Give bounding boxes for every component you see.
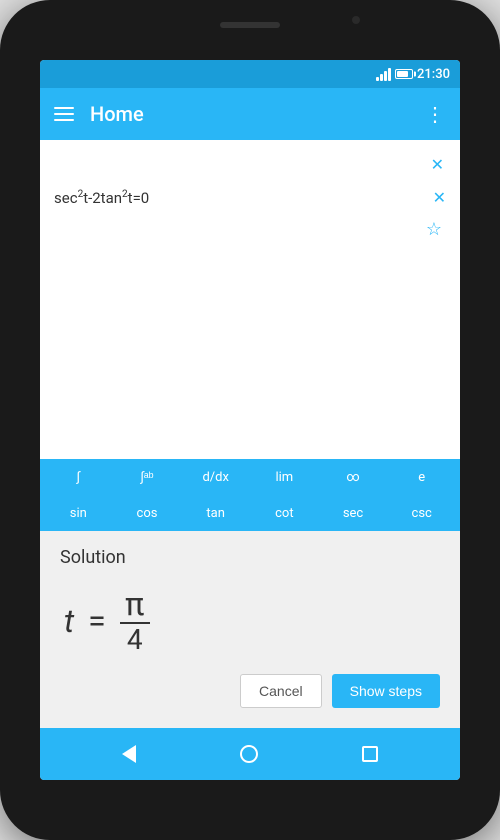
nav-bar bbox=[40, 728, 460, 780]
math-variable: t bbox=[64, 602, 74, 640]
battery-icon bbox=[395, 69, 413, 79]
cancel-button[interactable]: Cancel bbox=[240, 674, 322, 708]
key-integral[interactable]: ∫ bbox=[44, 459, 113, 495]
solution-buttons: Cancel Show steps bbox=[60, 670, 440, 712]
more-options-icon[interactable]: ⋮ bbox=[425, 102, 446, 126]
favorite-icon[interactable]: ☆ bbox=[426, 219, 442, 240]
speaker bbox=[220, 22, 280, 28]
key-limit[interactable]: lim bbox=[250, 459, 319, 495]
key-sin[interactable]: sin bbox=[44, 495, 113, 531]
phone-frame: 21:30 Home ⋮ ✕ bbox=[0, 0, 500, 840]
app-title: Home bbox=[90, 102, 409, 126]
key-sec[interactable]: sec bbox=[319, 495, 388, 531]
recents-icon bbox=[362, 746, 378, 762]
solution-math: t = π 4 bbox=[60, 580, 440, 670]
math-numerator: π bbox=[125, 588, 144, 620]
key-cos[interactable]: cos bbox=[113, 495, 182, 531]
key-csc[interactable]: csc bbox=[387, 495, 456, 531]
equation-text: sec2t-2tan2t=0 bbox=[54, 189, 149, 207]
key-definite-integral[interactable]: ∫ᵃᵇ bbox=[113, 459, 182, 495]
math-denominator: 4 bbox=[127, 626, 143, 654]
back-button[interactable] bbox=[122, 745, 136, 763]
home-button[interactable] bbox=[240, 745, 258, 763]
menu-icon[interactable] bbox=[54, 107, 74, 121]
keyboard-bar: ∫ ∫ᵃᵇ d/dx lim ∞ e sin cos tan cot sec c… bbox=[40, 459, 460, 531]
status-time: 21:30 bbox=[417, 67, 450, 82]
key-derivative[interactable]: d/dx bbox=[181, 459, 250, 495]
keyboard-row-2: sin cos tan cot sec csc bbox=[44, 495, 456, 531]
screen: 21:30 Home ⋮ ✕ bbox=[40, 60, 460, 780]
equation-row: sec2t-2tan2t=0 ✕ bbox=[54, 180, 446, 215]
main-content: ✕ sec2t-2tan2t=0 ✕ ☆ ∫ ∫ᵃᵇ bbox=[40, 140, 460, 728]
math-equals: = bbox=[88, 602, 106, 640]
close-row: ✕ bbox=[54, 148, 446, 180]
math-fraction: π 4 bbox=[120, 588, 150, 654]
status-icons: 21:30 bbox=[376, 67, 450, 82]
close-empty-icon[interactable]: ✕ bbox=[431, 155, 444, 174]
app-bar: Home ⋮ bbox=[40, 88, 460, 140]
delete-equation-icon[interactable]: ✕ bbox=[433, 188, 446, 207]
keyboard-row-1: ∫ ∫ᵃᵇ d/dx lim ∞ e bbox=[44, 459, 456, 495]
recents-button[interactable] bbox=[362, 746, 378, 762]
status-bar: 21:30 bbox=[40, 60, 460, 88]
key-euler[interactable]: e bbox=[387, 459, 456, 495]
key-tan[interactable]: tan bbox=[181, 495, 250, 531]
solution-title: Solution bbox=[60, 547, 440, 568]
star-row: ☆ bbox=[54, 215, 446, 244]
signal-icon bbox=[376, 67, 391, 81]
solution-panel: Solution t = π 4 Cancel Show steps bbox=[40, 531, 460, 728]
show-steps-button[interactable]: Show steps bbox=[332, 674, 440, 708]
camera bbox=[352, 16, 360, 24]
back-icon bbox=[122, 745, 136, 763]
key-cot[interactable]: cot bbox=[250, 495, 319, 531]
key-infinity[interactable]: ∞ bbox=[319, 459, 388, 495]
home-icon bbox=[240, 745, 258, 763]
input-area: ✕ sec2t-2tan2t=0 ✕ ☆ bbox=[40, 140, 460, 459]
